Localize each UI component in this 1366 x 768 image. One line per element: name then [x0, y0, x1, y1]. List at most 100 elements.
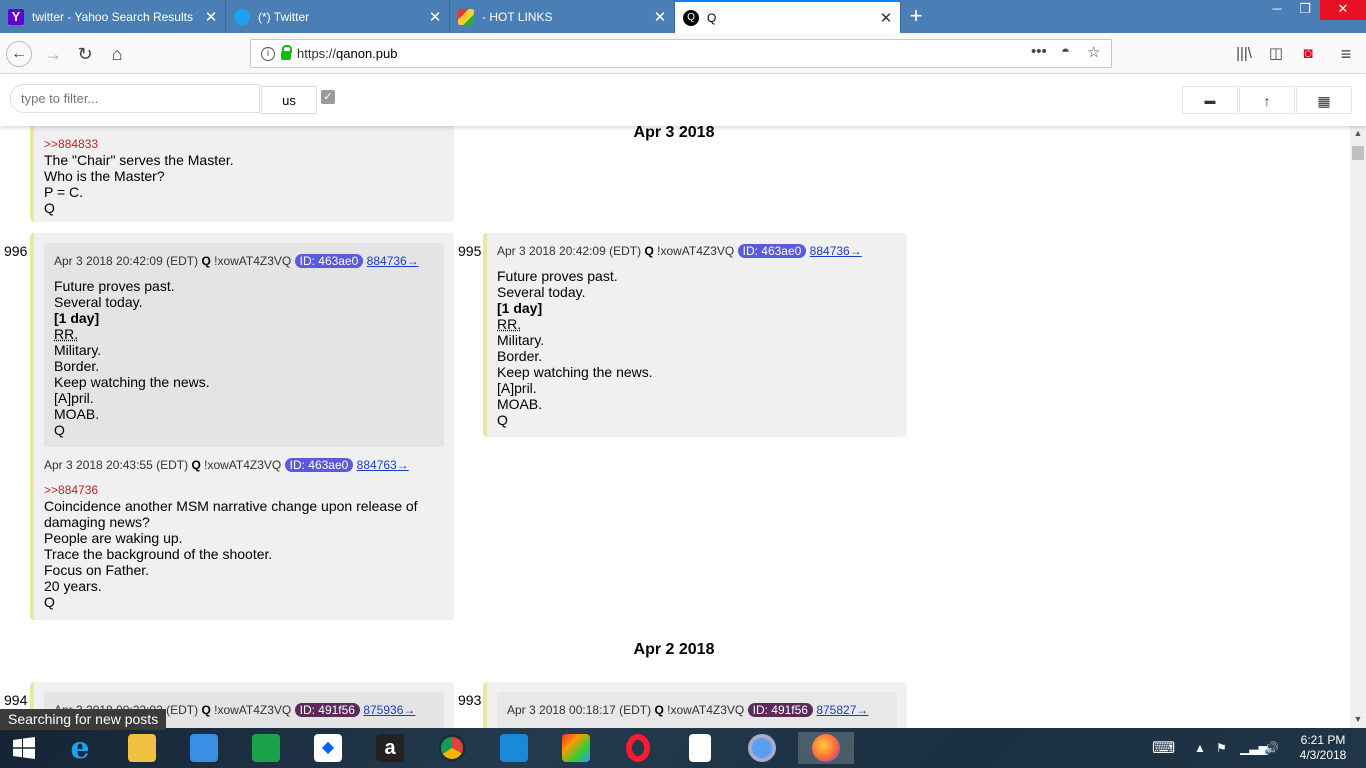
- page-actions-icon[interactable]: •••: [1031, 43, 1047, 60]
- url-bar[interactable]: i https://qanon.pub ••• ◓ ☆: [250, 39, 1112, 68]
- post-line: Keep watching the news.: [54, 374, 210, 390]
- post-line: [1 day]: [54, 310, 100, 326]
- scrollbar-thumb[interactable]: [1352, 146, 1364, 160]
- post-line: Several today.: [54, 294, 143, 310]
- scroll-top-button[interactable]: ↑: [1239, 86, 1295, 114]
- post-line: Military.: [54, 342, 102, 358]
- sidebar-icon[interactable]: ◫: [1263, 41, 1289, 67]
- url-text[interactable]: https://qanon.pub: [297, 46, 397, 61]
- post-line: The "Chair" serves the Master.: [44, 152, 234, 168]
- close-tab-icon[interactable]: ✕: [872, 9, 900, 27]
- forward-icon[interactable]: →: [40, 41, 66, 67]
- post-line: Q: [497, 412, 508, 428]
- post-line: MOAB.: [497, 396, 543, 412]
- post-line: Future proves past.: [497, 268, 618, 284]
- onedrive-icon[interactable]: [496, 732, 532, 764]
- tripcode: !xowAT4Z3VQ: [214, 703, 292, 717]
- back-icon[interactable]: ←: [6, 41, 32, 67]
- filter-checkbox[interactable]: ✓: [321, 90, 335, 104]
- tray-expand-icon[interactable]: ▲: [1194, 741, 1206, 755]
- post-996: Apr 3 2018 20:42:09 (EDT) Q !xowAT4Z3VQ …: [30, 233, 454, 620]
- post-link[interactable]: 884736→: [810, 244, 862, 258]
- posts-feed[interactable]: >>884833 The "Chair" serves the Master. …: [0, 126, 1350, 728]
- ie-icon[interactable]: e: [62, 731, 98, 766]
- home-icon[interactable]: ⌂: [104, 41, 130, 67]
- chrome-canary-icon[interactable]: [744, 732, 780, 764]
- pocket-icon[interactable]: ◙: [1295, 41, 1321, 67]
- keyboard-icon[interactable]: ⌨: [1152, 738, 1175, 758]
- nav-bar: ← → ↻ ⌂ i https://qanon.pub ••• ◓ ☆ |||\…: [0, 33, 1366, 74]
- post-line: Several today.: [497, 284, 586, 300]
- window-close-button[interactable]: ✕: [1320, 0, 1366, 20]
- post-number: 996: [4, 243, 28, 259]
- toggle-view-icon[interactable]: ▬: [1182, 86, 1238, 114]
- flag-icon[interactable]: ⚑: [1216, 741, 1227, 755]
- tab-twitter[interactable]: (*) Twitter ✕: [226, 0, 450, 33]
- close-tab-icon[interactable]: ✕: [421, 8, 449, 26]
- menu-icon[interactable]: ≡: [1333, 41, 1359, 67]
- scroll-up-icon[interactable]: ▲: [1350, 128, 1366, 138]
- bookmark-star-icon[interactable]: ☆: [1087, 43, 1100, 61]
- document-icon[interactable]: [682, 732, 718, 764]
- start-button[interactable]: [6, 732, 42, 764]
- post-line: People are waking up.: [44, 530, 183, 546]
- close-tab-icon[interactable]: ✕: [197, 8, 225, 26]
- post-link[interactable]: 884736→: [367, 254, 419, 268]
- tab-yahoo[interactable]: Y twitter - Yahoo Search Results Y ✕: [0, 0, 226, 33]
- minimize-button[interactable]: ─: [1262, 0, 1292, 20]
- library-icon[interactable]: |||\: [1231, 41, 1257, 67]
- pocket-save-icon[interactable]: ◓: [1061, 43, 1070, 60]
- dropbox-icon[interactable]: ◆: [310, 732, 346, 764]
- post-reference[interactable]: >>884833: [44, 136, 454, 152]
- grid-view-icon[interactable]: ▦: [1296, 86, 1352, 114]
- id-badge: ID: 463ae0: [284, 458, 354, 472]
- reload-icon[interactable]: ↻: [72, 41, 98, 67]
- post-line: RR.: [497, 316, 522, 332]
- info-icon[interactable]: i: [261, 46, 275, 61]
- poster-name: Q: [191, 458, 201, 472]
- new-tab-button[interactable]: +: [904, 4, 928, 28]
- post-link[interactable]: 875936→: [363, 703, 415, 717]
- post-link[interactable]: 875827→: [816, 703, 868, 717]
- file-explorer-icon[interactable]: [124, 732, 160, 764]
- vertical-scrollbar[interactable]: ▲ ▼: [1350, 126, 1366, 728]
- post-meta: Apr 3 2018 20:43:55 (EDT) Q !xowAT4Z3VQ …: [44, 457, 444, 473]
- status-message: Searching for new posts: [0, 709, 167, 730]
- amazon-icon[interactable]: a: [372, 732, 408, 764]
- tripcode: !xowAT4Z3VQ: [657, 244, 735, 258]
- post-reference[interactable]: >>884736: [44, 482, 444, 498]
- tab-hot-links[interactable]: - HOT LINKS ✕: [450, 0, 675, 33]
- post-line: RR.: [54, 326, 79, 342]
- system-clock[interactable]: 6:21 PM 4/3/2018: [1290, 733, 1356, 763]
- date-heading: Apr 2 2018: [633, 641, 715, 658]
- post-link[interactable]: 884763→: [357, 458, 409, 472]
- filter-input[interactable]: [10, 84, 260, 113]
- post-line: Who is the Master?: [44, 168, 165, 184]
- poster-name: Q: [654, 703, 664, 717]
- tab-title: - HOT LINKS: [482, 9, 553, 24]
- firefox-icon[interactable]: [798, 732, 854, 764]
- source-select[interactable]: us: [261, 86, 317, 114]
- tab-q[interactable]: Q Q ✕: [675, 0, 901, 33]
- puzzle-app-icon[interactable]: [558, 732, 594, 764]
- post-line: [A]pril.: [54, 390, 94, 406]
- id-badge: ID: 491f56: [294, 703, 360, 717]
- post-number: 994: [4, 692, 28, 708]
- network-app-icon[interactable]: [186, 732, 222, 764]
- volume-icon[interactable]: 🔊: [1264, 741, 1279, 755]
- post-date: Apr 3 2018 20:42:09 (EDT): [54, 254, 199, 268]
- opera-icon[interactable]: [620, 732, 656, 764]
- poster-name: Q: [644, 244, 654, 258]
- scroll-down-icon[interactable]: ▼: [1350, 714, 1366, 724]
- id-badge: ID: 463ae0: [294, 254, 364, 268]
- post-993: Apr 3 2018 00:18:17 (EDT) Q !xowAT4Z3VQ …: [483, 682, 907, 728]
- close-tab-icon[interactable]: ✕: [646, 8, 674, 26]
- restore-button[interactable]: ❐: [1290, 0, 1320, 20]
- post-number: 995: [458, 243, 482, 259]
- hotlinks-icon: [458, 8, 474, 25]
- post-date: Apr 3 2018 20:42:09 (EDT): [497, 244, 642, 258]
- store-icon[interactable]: [248, 732, 284, 764]
- q-icon: Q: [683, 9, 699, 26]
- chrome-icon[interactable]: [434, 732, 470, 764]
- post-line: [A]pril.: [497, 380, 537, 396]
